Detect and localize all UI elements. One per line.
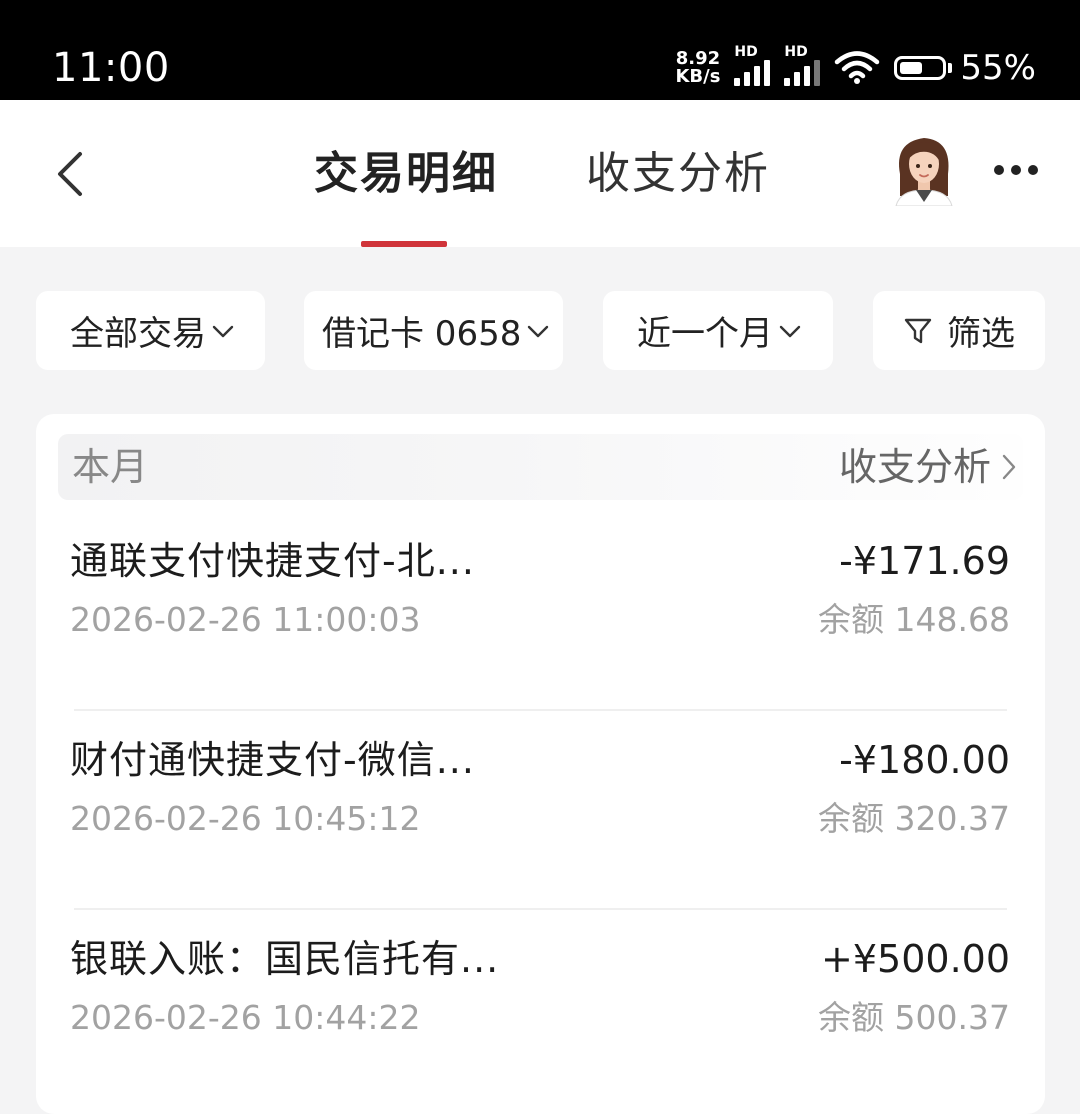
chevron-down-icon [212,325,234,337]
transaction-row[interactable]: 通联支付快捷支付-北... 2026-02-26 11:00:03 -¥171.… [36,512,1045,711]
filter-transaction-type[interactable]: 全部交易 [36,291,265,370]
signal-1-icon: HD [734,44,771,86]
filter-account-label: 借记卡 0658 [322,314,522,354]
month-analysis-label: 收支分析 [838,445,991,489]
filter-period-label: 近一个月 [637,314,773,354]
filter-period[interactable]: 近一个月 [603,291,833,370]
sim1-label: HD [734,44,758,60]
transaction-name: 银联入账：国民信托有... [70,937,500,981]
back-button[interactable] [40,142,100,206]
network-speed: 8.92 KB/s [675,50,720,86]
status-icons: 8.92 KB/s HD HD 55% [675,44,1036,92]
filter-account[interactable]: 借记卡 0658 [304,291,563,370]
active-tab-indicator [361,241,447,247]
transaction-row[interactable]: 财付通快捷支付-微信... 2026-02-26 10:45:12 -¥180.… [36,711,1045,910]
tab-analysis[interactable]: 收支分析 [586,146,770,202]
transaction-row[interactable]: 银联入账：国民信托有... 2026-02-26 10:44:22 +¥500.… [36,910,1045,1109]
network-speed-unit: KB/s [675,66,721,87]
sim2-label: HD [784,44,808,60]
status-time: 11:00 [52,45,170,91]
more-options-icon[interactable] [988,156,1044,184]
month-analysis-link[interactable]: 收支分析 [839,442,1017,492]
app-header: 交易明细 收支分析 [0,100,1080,247]
chevron-right-icon [1001,453,1017,481]
transaction-balance: 余额 320.37 [818,799,1010,838]
transaction-time: 2026-02-26 10:45:12 [70,799,421,838]
transaction-balance: 余额 500.37 [818,998,1010,1037]
filter-button-label: 筛选 [947,314,1015,354]
month-label: 本月 [72,445,149,489]
filter-funnel-icon [903,316,933,346]
month-header: 本月 收支分析 [58,434,1023,500]
transaction-balance: 余额 148.68 [818,600,1010,639]
avatar[interactable] [890,130,958,207]
filter-transaction-type-label: 全部交易 [70,314,206,354]
battery-icon: 55% [894,48,1036,88]
transaction-amount: +¥500.00 [821,937,1010,981]
filter-button[interactable]: 筛选 [873,291,1045,370]
transaction-name: 通联支付快捷支付-北... [70,539,475,583]
wifi-icon [834,51,880,85]
transactions-card: 本月 收支分析 通联支付快捷支付-北... 2026-02-26 11:00:0… [36,414,1045,1114]
chevron-down-icon [528,325,549,337]
transaction-amount: -¥180.00 [839,738,1010,782]
transaction-name: 财付通快捷支付-微信... [70,738,475,782]
transaction-amount: -¥171.69 [839,539,1010,583]
filter-bar: 全部交易 借记卡 0658 近一个月 筛选 [0,291,1080,370]
status-bar: 11:00 8.92 KB/s HD HD 55% [0,0,1080,100]
chevron-down-icon [779,325,801,337]
battery-percent: 55% [960,48,1036,88]
tab-transactions[interactable]: 交易明细 [314,146,498,202]
transaction-time: 2026-02-26 11:00:03 [70,600,421,639]
transaction-time: 2026-02-26 10:44:22 [70,998,421,1037]
chevron-left-icon [58,152,82,196]
signal-2-icon: HD [784,44,821,86]
